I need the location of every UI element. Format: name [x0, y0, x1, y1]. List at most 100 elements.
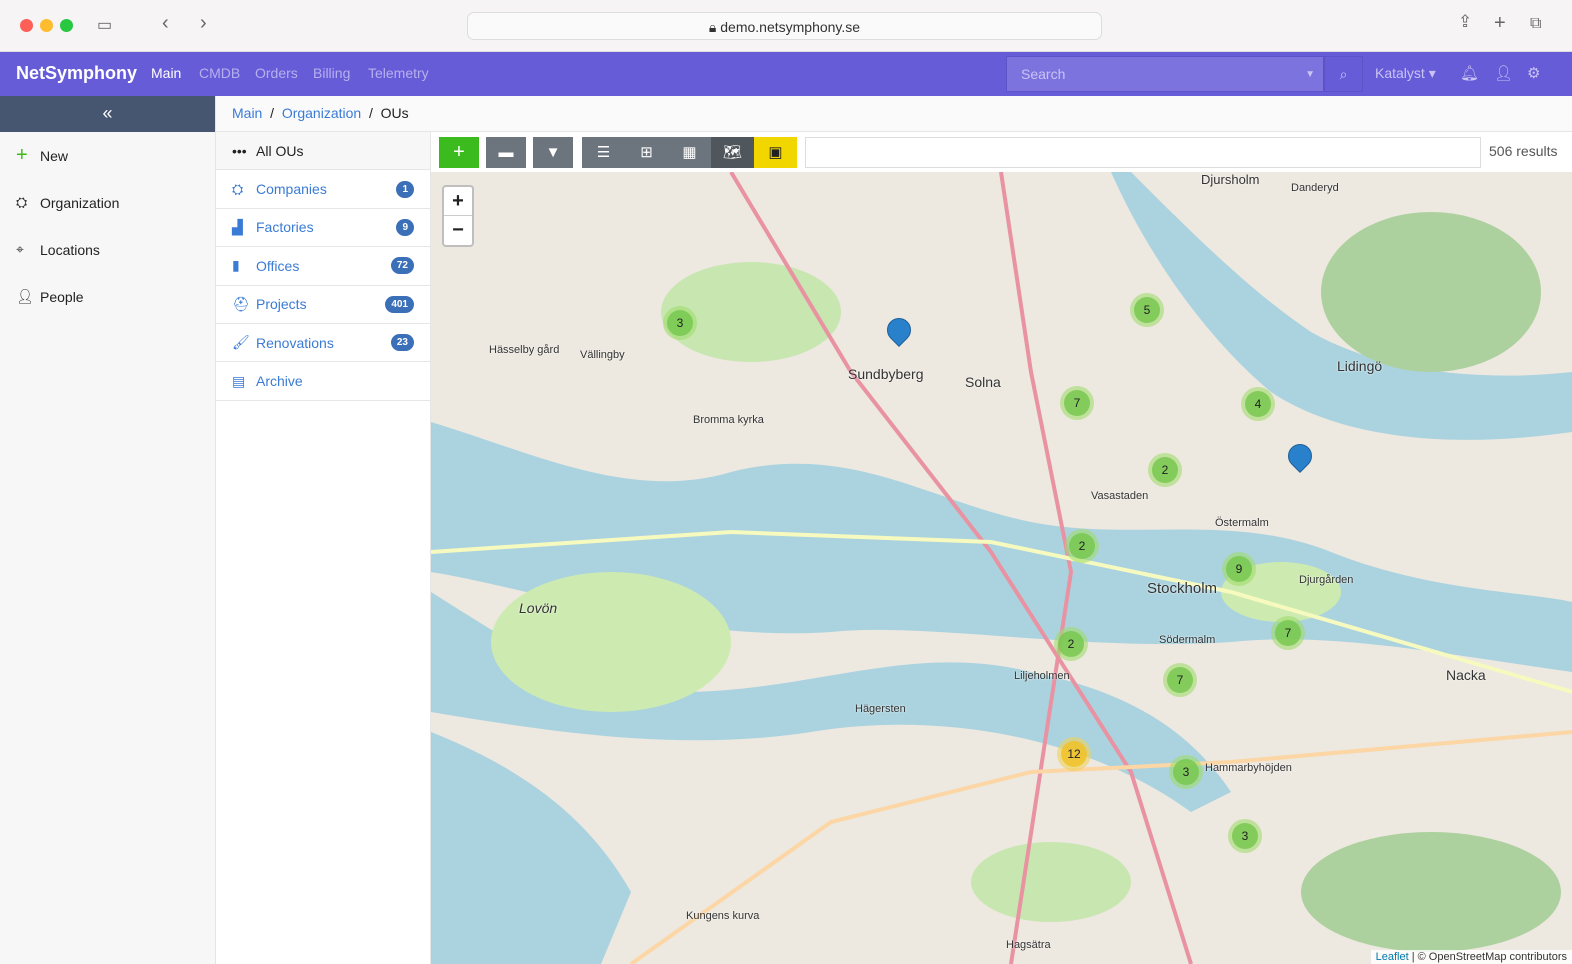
map-marker-icon: ⌖	[16, 241, 24, 257]
map[interactable]: Djursholm Sundbyberg Solna Stockholm Lid…	[431, 172, 1572, 964]
table-view-button[interactable]: ⊞	[625, 137, 668, 168]
map-cluster[interactable]: 3	[1228, 819, 1262, 853]
plus-icon: +	[16, 144, 28, 166]
map-label: Lovön	[519, 600, 558, 616]
user-icon[interactable]: 👤︎	[1494, 64, 1513, 82]
collapse-sidebar-button[interactable]: «	[0, 96, 215, 132]
map-cluster[interactable]: 5	[1130, 293, 1164, 327]
nav-orders[interactable]: Orders	[255, 65, 298, 81]
map-label: Danderyd	[1291, 182, 1339, 194]
map-cluster[interactable]: 2	[1065, 529, 1099, 563]
sidebar-item-organization[interactable]: ⛭ Organization	[0, 179, 215, 226]
ou-projects[interactable]: ⛑ Projects 401	[216, 286, 430, 324]
zoom-out-button[interactable]: −	[444, 216, 472, 245]
ou-archive[interactable]: ▤ Archive	[216, 362, 430, 401]
brand-logo[interactable]: NetSymphony	[16, 63, 137, 84]
map-view-button[interactable]: 🗺︎	[711, 137, 754, 168]
map-cluster[interactable]: 12	[1057, 737, 1091, 771]
count-badge: 72	[390, 257, 414, 275]
ou-all[interactable]: ••• All OUs	[216, 132, 430, 171]
filter-icon: ▼	[545, 144, 561, 161]
map-cluster[interactable]: 7	[1163, 663, 1197, 697]
paint-roller-icon: 🖌︎	[232, 334, 250, 351]
archive-icon: ▤	[232, 372, 246, 389]
list-icon: ☰	[596, 144, 611, 161]
map-attribution: Leaflet | © OpenStreetMap contributors	[1370, 950, 1572, 964]
browser-chrome: ▭ ‹ › 🔒︎ demo.netsymphony.se ⇪ + ⧉	[0, 0, 1572, 52]
excel-file-icon: ▣	[768, 144, 783, 161]
lock-icon: 🔒︎	[708, 19, 721, 35]
filter-button[interactable]: ▼	[533, 137, 573, 168]
user-menu[interactable]: Katalyst ▾	[1375, 65, 1436, 82]
results-count: 506 results	[1489, 143, 1558, 159]
count-badge: 23	[390, 334, 414, 352]
bell-icon[interactable]: 🔔︎	[1460, 64, 1479, 82]
map-label: Hässelby gård	[489, 344, 560, 356]
nav-main[interactable]: Main	[151, 65, 181, 81]
ou-factories[interactable]: ▟ Factories 9	[216, 209, 430, 248]
map-label: Bromma kyrka	[693, 414, 764, 426]
map-label: Vasastaden	[1091, 490, 1149, 502]
search-input[interactable]: Search ▼	[1006, 56, 1324, 92]
minimize-window-button[interactable]	[40, 19, 53, 32]
tabs-overview-icon[interactable]: ⧉	[1530, 15, 1541, 33]
count-badge: 401	[385, 295, 414, 313]
map-icon: 🗺︎	[722, 144, 743, 161]
card-icon: ▬	[498, 144, 514, 161]
maximize-window-button[interactable]	[60, 19, 73, 32]
zoom-in-button[interactable]: +	[444, 187, 472, 216]
sidebar-item-people[interactable]: 👤︎ People	[0, 273, 215, 320]
map-label: Stockholm	[1147, 580, 1218, 597]
sidebar-item-new[interactable]: + New	[0, 132, 215, 179]
nav-telemetry[interactable]: Telemetry	[368, 65, 429, 81]
map-label: Östermalm	[1215, 517, 1269, 529]
sitemap-icon: ⛭	[16, 194, 28, 210]
map-cluster[interactable]: 3	[663, 306, 697, 340]
map-cluster[interactable]: 3	[1169, 755, 1203, 789]
ou-offices[interactable]: ▮ Offices 72	[216, 247, 430, 286]
map-label: Solna	[965, 374, 1001, 390]
map-label: Nacka	[1446, 667, 1486, 683]
breadcrumb-main[interactable]: Main	[232, 105, 262, 121]
map-label: Djursholm	[1201, 172, 1260, 187]
forward-icon[interactable]: ›	[200, 12, 207, 35]
map-cluster[interactable]: 9	[1222, 552, 1256, 586]
new-tab-icon[interactable]: +	[1494, 12, 1506, 35]
leaflet-link[interactable]: Leaflet	[1376, 951, 1409, 963]
map-label: Södermalm	[1159, 634, 1216, 646]
share-icon[interactable]: ⇪	[1458, 12, 1472, 32]
chevron-down-icon[interactable]: ▼	[1305, 69, 1315, 80]
map-tiles	[431, 172, 1572, 964]
close-window-button[interactable]	[20, 19, 33, 32]
map-label: Sundbyberg	[848, 366, 924, 382]
map-label: Hägersten	[855, 703, 906, 715]
search-button[interactable]: ⌕	[1324, 56, 1363, 92]
address-bar[interactable]: 🔒︎ demo.netsymphony.se	[467, 12, 1102, 40]
map-label: Hagsätra	[1006, 939, 1051, 951]
breadcrumb-organization[interactable]: Organization	[282, 105, 361, 121]
list-view-button[interactable]: ☰	[582, 137, 625, 168]
industry-icon: ▟	[232, 218, 243, 235]
map-label: Hammarbyhöjden	[1205, 762, 1292, 774]
grid-view-button[interactable]: ▦	[668, 137, 711, 168]
map-cluster[interactable]: 4	[1241, 387, 1275, 421]
sidebar-item-locations[interactable]: ⌖ Locations	[0, 226, 215, 273]
nav-cmdb[interactable]: CMDB	[199, 65, 240, 81]
save-view-button[interactable]: ▬	[486, 137, 526, 168]
table-icon: ⊞	[640, 144, 653, 161]
export-excel-button[interactable]: ▣	[754, 137, 797, 168]
map-cluster[interactable]: 2	[1148, 453, 1182, 487]
sidebar-toggle-icon[interactable]: ▭	[97, 15, 112, 35]
filter-input[interactable]	[805, 137, 1481, 168]
add-button[interactable]: +	[439, 137, 479, 168]
gear-icon[interactable]: ⚙	[1527, 64, 1540, 82]
ou-renovations[interactable]: 🖌︎ Renovations 23	[216, 324, 430, 363]
map-cluster[interactable]: 7	[1060, 386, 1094, 420]
map-label: Vällingby	[580, 349, 625, 361]
sidebar: « + New ⛭ Organization ⌖ Locations 👤︎ People	[0, 96, 216, 964]
ou-companies[interactable]: ⛭ Companies 1	[216, 170, 430, 209]
map-cluster[interactable]: 7	[1271, 616, 1305, 650]
map-cluster[interactable]: 2	[1054, 627, 1088, 661]
nav-billing[interactable]: Billing	[313, 65, 350, 81]
back-icon[interactable]: ‹	[162, 12, 169, 35]
